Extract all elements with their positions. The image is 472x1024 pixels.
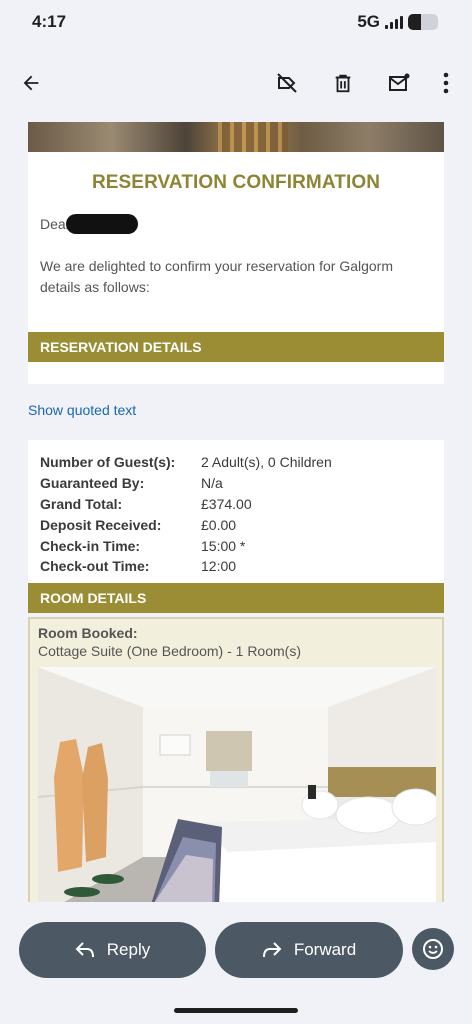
app-bar: [0, 52, 472, 114]
confirmation-card: RESERVATION CONFIRMATION Dear We are del…: [28, 152, 444, 332]
detail-label: Deposit Received:: [40, 516, 162, 533]
reservation-details-header: RESERVATION DETAILS: [28, 332, 444, 362]
detail-label: Guaranteed By:: [40, 475, 145, 492]
room-booked-value: Cottage Suite (One Bedroom) - 1 Room(s): [38, 642, 301, 659]
detail-value: 12:00: [201, 558, 237, 575]
detail-label: Check-in Time:: [40, 537, 141, 554]
home-indicator[interactable]: [174, 1008, 298, 1013]
battery-icon: [408, 14, 438, 30]
emoji-reaction-icon[interactable]: [412, 928, 454, 970]
room-photo: [38, 666, 436, 902]
reply-button[interactable]: Reply: [19, 922, 206, 978]
detail-value: 15:00 *: [201, 537, 246, 554]
status-bar: 4:17 5G: [0, 0, 472, 46]
status-indicators: 5G: [357, 12, 438, 32]
email-body: RESERVATION CONFIRMATION Dear We are del…: [28, 122, 444, 902]
delete-icon[interactable]: [325, 65, 361, 101]
greeting: Dear: [40, 214, 432, 250]
spacer: [28, 362, 444, 384]
bottom-action-bar: Reply Forward: [0, 904, 472, 1024]
reservation-details: Number of Guest(s): 2 Adult(s), 0 Childr…: [28, 440, 444, 583]
room-details-header: ROOM DETAILS: [28, 582, 444, 613]
forward-button[interactable]: Forward: [215, 922, 403, 978]
detail-value: N/a: [201, 475, 223, 492]
status-time: 4:17: [32, 12, 67, 31]
signal-icon: [385, 15, 403, 29]
reply-icon: [75, 942, 94, 958]
label-off-icon[interactable]: [269, 65, 305, 101]
detail-value: £374.00: [201, 495, 252, 512]
network-type: 5G: [357, 12, 380, 31]
forward-label: Forward: [293, 940, 357, 959]
detail-label: Grand Total:: [40, 495, 123, 512]
room-details-box: Room Booked: Cottage Suite (One Bedroom)…: [28, 616, 444, 902]
detail-row: Check-out Time: 12:00: [40, 556, 432, 577]
room-booked-label: Room Booked:: [38, 624, 138, 641]
detail-row: Guaranteed By: N/a: [40, 473, 432, 494]
mark-unread-icon[interactable]: [381, 65, 417, 101]
detail-row: Number of Guest(s): 2 Adult(s), 0 Childr…: [40, 452, 432, 473]
hotel-header-image: [28, 122, 444, 152]
back-arrow-icon[interactable]: [13, 65, 49, 101]
forward-icon: [262, 942, 282, 958]
reply-label: Reply: [106, 940, 151, 959]
detail-row: Deposit Received: £0.00: [40, 514, 432, 535]
detail-row: Grand Total: £374.00: [40, 494, 432, 515]
intro-text: We are delighted to confirm your reserva…: [40, 258, 394, 295]
show-quoted-text-link[interactable]: Show quoted text: [28, 384, 444, 440]
redacted-name: [66, 214, 139, 234]
detail-value: 2 Adult(s), 0 Children: [201, 454, 332, 471]
detail-label: Number of Guest(s):: [40, 454, 176, 471]
more-vert-icon[interactable]: [428, 65, 464, 101]
detail-row: Check-in Time: 15:00 *: [40, 535, 432, 556]
detail-label: Check-out Time:: [40, 558, 150, 575]
detail-value: £0.00: [201, 516, 237, 533]
email-title: RESERVATION CONFIRMATION: [91, 172, 381, 193]
